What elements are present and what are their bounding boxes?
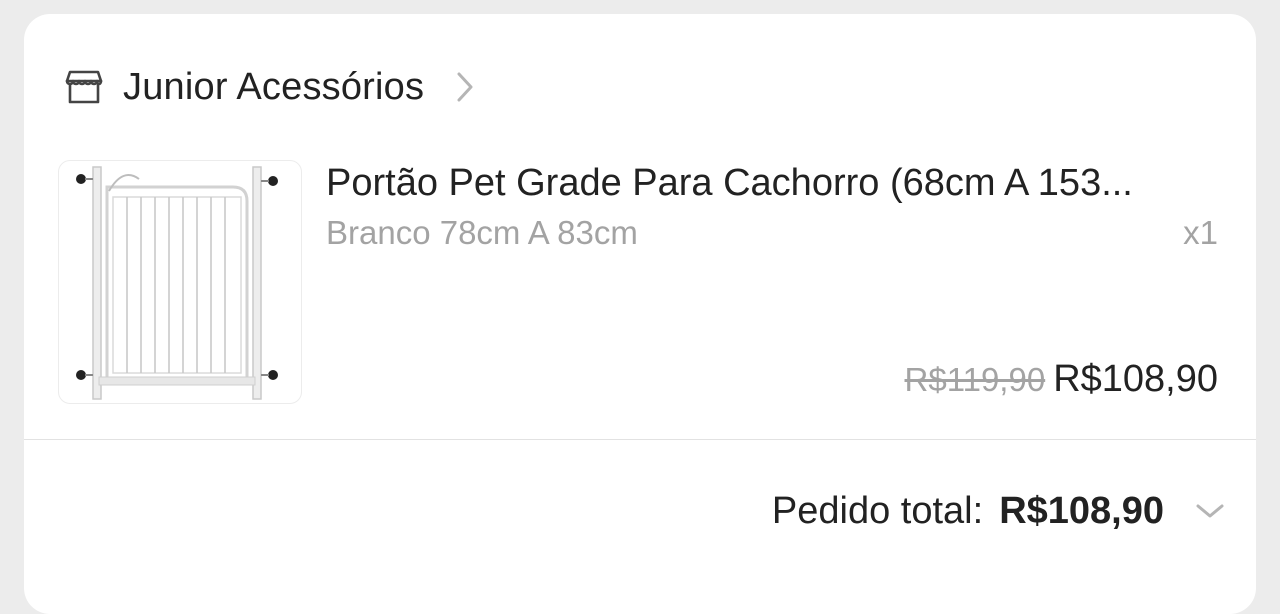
chevron-down-icon[interactable]: [1194, 495, 1226, 527]
chevron-right-icon[interactable]: [456, 67, 480, 107]
product-variant: Branco 78cm A 83cm: [326, 214, 638, 251]
product-image[interactable]: [58, 160, 302, 404]
order-card: Junior Acessórios Portão Pet Grade Para …: [24, 14, 1256, 614]
product-quantity: x1: [1183, 214, 1218, 251]
current-price: R$108,90: [1053, 358, 1218, 400]
store-icon: [64, 67, 104, 107]
original-price: R$119,90: [904, 361, 1046, 398]
order-total-row[interactable]: Pedido total: R$108,90: [772, 486, 1226, 536]
price-row: R$119,90 R$108,90: [905, 358, 1218, 401]
pet-gate-image: [76, 166, 278, 400]
product-title[interactable]: Portão Pet Grade Para Cachorro (68cm A 1…: [326, 160, 1226, 206]
store-name[interactable]: Junior Acessórios: [123, 66, 424, 109]
order-total-label: Pedido total:: [771, 489, 984, 532]
order-total-value: R$108,90: [999, 489, 1164, 532]
divider: [24, 439, 1256, 440]
store-header[interactable]: Junior Acessórios: [64, 62, 480, 112]
